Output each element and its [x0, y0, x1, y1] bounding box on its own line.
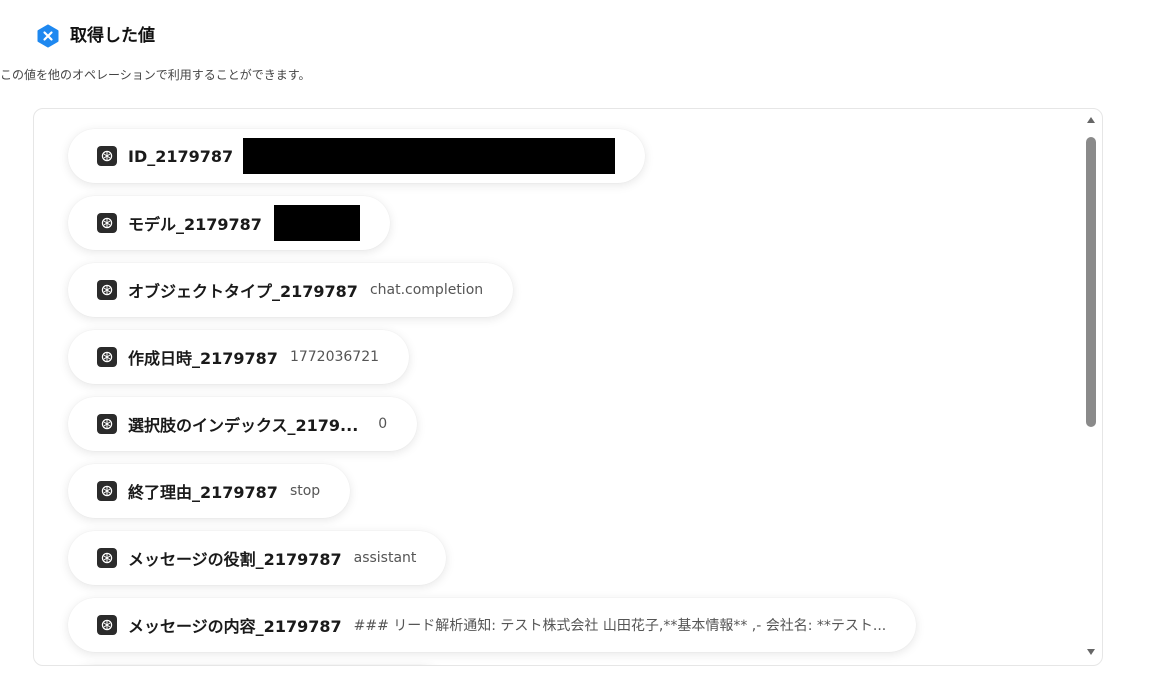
openai-icon	[97, 548, 117, 568]
redacted-value	[273, 205, 360, 241]
openai-icon	[97, 414, 117, 434]
x-badge-icon	[36, 24, 60, 48]
openai-icon	[97, 615, 117, 635]
page-subtitle: この値を他のオペレーションで利用することができます。	[0, 68, 311, 82]
value-label: 終了理由_2179787	[128, 483, 278, 502]
openai-icon	[97, 481, 117, 501]
page-title: 取得した値	[70, 26, 155, 46]
value-text: chat.completion	[369, 282, 484, 298]
value-chip-partial[interactable]	[68, 665, 448, 666]
value-chip-created-at[interactable]: 作成日時_2179787 1772036721	[68, 330, 410, 384]
scroll-thumb[interactable]	[1086, 137, 1096, 427]
section-header: 取得した値	[36, 24, 155, 48]
value-chip-message-role[interactable]: メッセージの役割_2179787 assistant	[68, 531, 447, 585]
scroll-up-arrow-icon[interactable]	[1087, 117, 1095, 123]
value-chip-choice-index[interactable]: 選択肢のインデックス_2179... 0	[68, 397, 418, 451]
scroll-down-arrow-icon[interactable]	[1087, 649, 1095, 655]
value-label: オブジェクトタイプ_2179787	[128, 282, 358, 301]
value-label: ID_2179787	[128, 146, 234, 166]
value-label: 作成日時_2179787	[128, 349, 278, 368]
openai-icon	[97, 213, 117, 233]
value-text: assistant	[353, 550, 417, 566]
openai-icon	[97, 280, 117, 300]
scrollbar[interactable]	[1084, 113, 1098, 661]
value-label: モデル_2179787	[128, 215, 262, 234]
value-text: 0	[378, 416, 388, 432]
value-text: 1772036721	[289, 349, 380, 365]
value-chip-finish-reason[interactable]: 終了理由_2179787 stop	[68, 464, 351, 518]
values-panel: ID_2179787 モデル_2179787 オブジェクトタイプ_2179787…	[33, 108, 1103, 666]
value-label: 選択肢のインデックス_2179...	[128, 416, 359, 435]
value-label: メッセージの内容_2179787	[128, 617, 342, 636]
value-text: stop	[289, 483, 321, 499]
value-chip-message-content[interactable]: メッセージの内容_2179787 ### リード解析通知: テスト株式会社 山田…	[68, 598, 917, 652]
openai-icon	[97, 146, 117, 166]
value-chip-id[interactable]: ID_2179787	[68, 129, 646, 183]
value-chip-model[interactable]: モデル_2179787	[68, 196, 390, 250]
redacted-value	[243, 138, 616, 174]
value-text: ### リード解析通知: テスト株式会社 山田花子,**基本情報** ,- 会社…	[353, 618, 887, 634]
value-chip-object-type[interactable]: オブジェクトタイプ_2179787 chat.completion	[68, 263, 514, 317]
openai-icon	[97, 347, 117, 367]
value-label: メッセージの役割_2179787	[128, 550, 342, 569]
